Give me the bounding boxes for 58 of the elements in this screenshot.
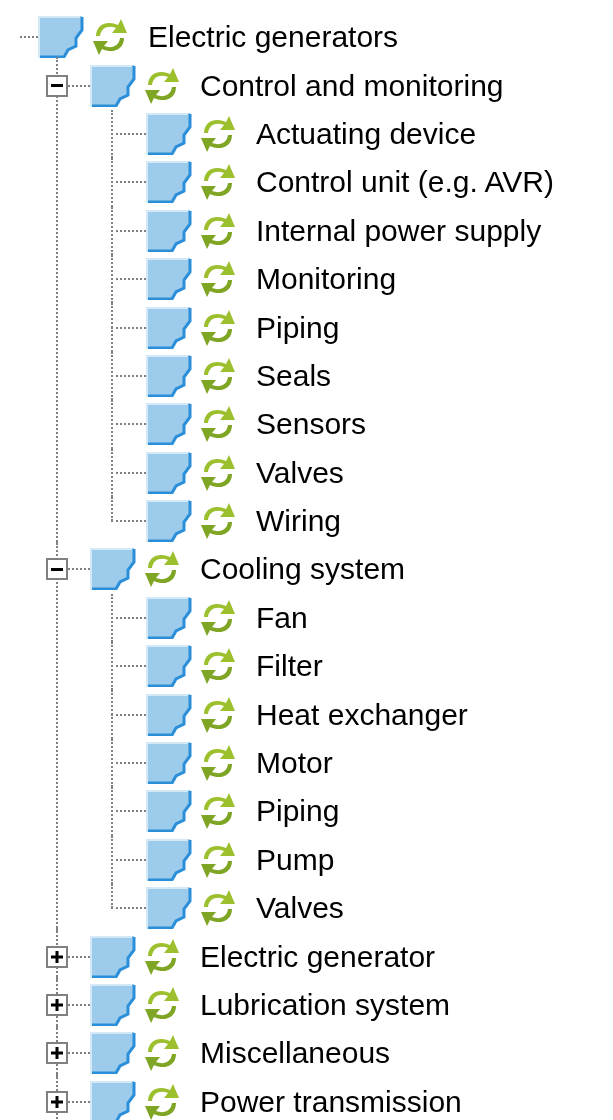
- plus-icon: [51, 1095, 63, 1108]
- tile-icon: [146, 306, 192, 349]
- tree-item-label[interactable]: Power transmission: [200, 1084, 462, 1119]
- plus-icon: [51, 1047, 63, 1060]
- minus-icon: [51, 84, 63, 88]
- tree-item-label[interactable]: Cooling system: [200, 552, 406, 587]
- tree-item-label[interactable]: Heat exchanger: [256, 697, 468, 732]
- tile-icon: [146, 645, 192, 688]
- tile-icon: [146, 354, 192, 397]
- collapse-toggle[interactable]: [46, 74, 68, 97]
- tree-item-label[interactable]: Motor: [256, 746, 333, 781]
- tree-item-label[interactable]: Monitoring: [256, 262, 397, 297]
- tree-item-label[interactable]: Control unit (e.g. AVR): [256, 165, 554, 200]
- plus-icon: [51, 950, 63, 963]
- tile-icon: [90, 935, 136, 978]
- tree-item-label[interactable]: Electric generator: [200, 939, 436, 974]
- plus-icon: [51, 999, 63, 1011]
- minus-icon: [51, 568, 63, 571]
- tile-icon: [146, 451, 192, 494]
- tile-icon: [90, 1032, 136, 1075]
- tree-item-label[interactable]: Internal power supply: [256, 213, 542, 248]
- tile-icon: [146, 112, 192, 155]
- tile-icon: [90, 1080, 136, 1120]
- tile-icon: [146, 596, 192, 639]
- tree-item-label[interactable]: Control and monitoring: [200, 68, 504, 103]
- tree-item-label[interactable]: Wiring: [256, 504, 341, 539]
- tile-icon: [90, 548, 136, 591]
- tree-item-label[interactable]: Valves: [256, 891, 344, 926]
- tree-item-label[interactable]: Filter: [256, 649, 323, 684]
- tree-item-label[interactable]: Seals: [256, 358, 332, 393]
- tile-icon: [146, 887, 192, 930]
- tile-icon: [146, 500, 192, 543]
- tree-item-label[interactable]: Fan: [256, 600, 308, 635]
- tree-item-label[interactable]: Piping: [256, 794, 340, 829]
- tree-item-label[interactable]: Electric generators: [148, 20, 399, 55]
- tree-item-label[interactable]: Actuating device: [256, 116, 477, 151]
- expand-toggle[interactable]: [46, 1042, 68, 1065]
- collapse-toggle[interactable]: [46, 558, 68, 581]
- tree-item-label[interactable]: Lubrication system: [200, 988, 451, 1022]
- tree-item-label[interactable]: Valves: [256, 455, 344, 490]
- tile-icon: [146, 742, 192, 785]
- tile-icon: [146, 209, 192, 252]
- expand-toggle[interactable]: [46, 1090, 68, 1113]
- tree-item-label[interactable]: Sensors: [256, 407, 367, 442]
- tile-icon: [146, 790, 192, 833]
- tile-icon: [146, 838, 192, 881]
- tile-icon: [146, 693, 192, 736]
- tile-icon: [146, 161, 192, 204]
- tile-icon: [146, 403, 192, 446]
- tile-icon: [38, 16, 84, 59]
- tree-item-label[interactable]: Piping: [256, 310, 340, 345]
- tile-icon: [90, 64, 136, 107]
- tile-icon: [90, 984, 136, 1026]
- expand-toggle[interactable]: [46, 994, 68, 1016]
- tile-icon: [146, 258, 192, 301]
- expand-toggle[interactable]: [46, 945, 68, 968]
- tree-item-label[interactable]: Miscellaneous: [200, 1036, 391, 1071]
- tree-item-label[interactable]: Pump: [256, 842, 335, 877]
